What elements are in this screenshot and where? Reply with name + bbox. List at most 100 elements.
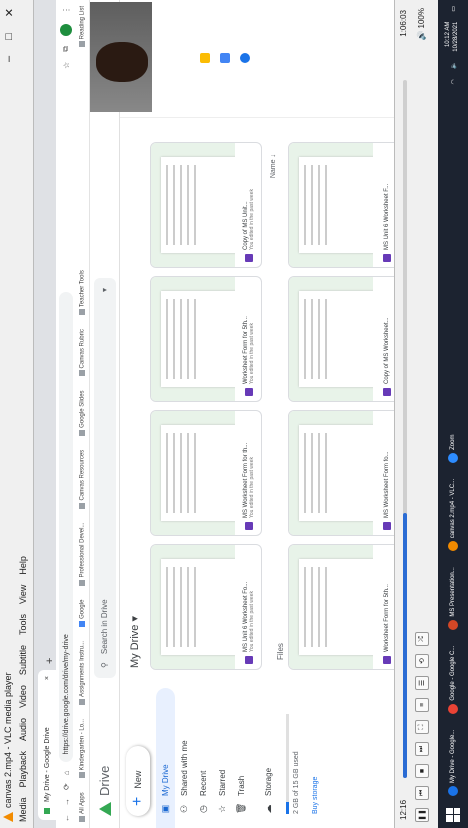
bookmark-item[interactable]: Assignments Instru... [79,641,86,705]
menu-media[interactable]: Media [18,797,28,822]
file-name: MS Unit 6 Worksheet F... [384,183,390,250]
file-card[interactable]: MS Unit 6 Worksheet Fo... You edited in t… [150,544,262,670]
stop-icon[interactable]: ■ [415,764,429,778]
chrome-menu-icon[interactable]: ⋮ [62,6,71,14]
nav-storage[interactable]: ☁ Storage [259,678,278,828]
home-icon[interactable]: ⌂ [62,770,71,775]
extensions-icon[interactable]: ⧉ [61,46,71,52]
taskbar-item[interactable]: canvas 2.mp4 - VLC... [440,475,466,555]
address-bar[interactable]: https://drive.google.com/drive/my-drive [59,292,73,763]
nav-my-drive[interactable]: ▣ My Drive [156,688,175,828]
loop-icon[interactable]: ⟲ [415,654,429,668]
close-icon[interactable]: ✕ [3,8,16,17]
file-sub: You edited in the past week [249,189,255,250]
taskbar-item[interactable]: My Drive - Google... [440,726,466,800]
new-button[interactable]: + New [126,746,150,816]
playlist-icon[interactable]: ☰ [415,676,429,690]
nav-recent[interactable]: ◷ Recent [194,678,213,828]
file-caption: Worksheet Form for 5th... [373,545,394,669]
doc-line [166,299,168,379]
suggested-grid: MS Unit 6 Worksheet Fo... You edited in t… [150,142,394,670]
menu-video[interactable]: Video [18,685,28,708]
profile-avatar[interactable] [60,24,72,36]
file-card[interactable]: Copy of MS Worksheet... [288,276,394,402]
menu-tools[interactable]: Tools [18,614,28,635]
bookmark-item[interactable]: Google [79,600,86,627]
bookmark-item[interactable]: Reading List [79,6,86,48]
forward-icon[interactable]: → [62,798,71,806]
search-input[interactable]: ⚲ Search in Drive ▾ [93,278,116,678]
fullscreen-icon[interactable]: ⛶ [415,720,429,734]
file-card[interactable]: Worksheet Form for 5th... You edited in t… [150,276,262,402]
file-card[interactable]: Copy of MS Unit... You edited in the past… [150,142,262,268]
taskbar-item[interactable]: Zoom [440,431,466,467]
keep-icon[interactable] [200,53,210,64]
star-bookmark-icon[interactable]: ☆ [62,62,71,69]
nav-trash[interactable]: 🗑 Trash [232,678,251,828]
doc-line [304,433,306,513]
nav-starred[interactable]: ☆ Starred [213,678,232,828]
file-name: Copy of MS Worksheet... [384,317,390,384]
taskbar-item[interactable]: Google - Google C... [440,642,466,718]
drive-logo[interactable]: Drive [97,678,112,828]
bookmark-label: All Apps [79,792,86,814]
pause-icon[interactable]: ❚❚ [415,808,429,822]
shuffle-icon[interactable]: ⤮ [415,632,429,646]
bookmark-item[interactable]: Canvas Rubric [79,329,86,377]
back-icon[interactable]: ← [62,814,71,822]
menu-help[interactable]: Help [18,556,28,575]
calendar-icon[interactable] [240,53,250,64]
bookmark-item[interactable]: All Apps [79,792,86,822]
new-tab-icon[interactable]: + [44,658,56,664]
file-name: Worksheet Form for 5th... [384,584,390,652]
next-icon[interactable]: ⏭ [415,742,429,756]
file-card[interactable]: MS Unit 6 Worksheet F... [288,142,394,268]
taskbar-item[interactable]: MS Presentation... [440,563,466,633]
time-total: 1:06:03 [399,10,408,37]
file-card[interactable]: MS Worksheet Form fo... [288,410,394,536]
tab-close-icon[interactable]: × [44,676,51,680]
reload-icon[interactable]: ⟳ [62,783,71,790]
windows-start-icon[interactable] [446,808,460,822]
menu-playback[interactable]: Playback [18,751,28,788]
search-options-icon[interactable]: ▾ [100,288,109,292]
bookmark-item[interactable]: Professional Devel... [79,523,86,586]
extended-settings-icon[interactable]: ≡ [415,698,429,712]
forms-icon [383,656,391,664]
breadcrumb[interactable]: My Drive ▾ [120,118,149,678]
wifi-icon[interactable]: ◠ [450,79,457,84]
bookmark-icon [79,370,86,377]
doc-line [173,567,175,647]
forms-icon [245,522,253,530]
buy-storage-button[interactable]: Buy storage [304,678,327,828]
file-caption: Worksheet Form for 5th... You edited in t… [235,277,262,401]
bookmark-label: Assignments Instru... [79,640,86,697]
tasks-icon[interactable] [220,53,230,64]
file-card[interactable]: MS Worksheet Form for th... You edited in… [150,410,262,536]
tab-my-drive[interactable]: My Drive - Google Drive × [38,670,56,820]
menu-audio[interactable]: Audio [18,718,28,741]
sort-button[interactable]: Name ↓ [270,142,277,178]
bookmark-item[interactable]: Kindergarten - Lo... [79,719,86,779]
webcam-overlay [90,2,152,112]
bookmark-item[interactable]: Google Slides [79,390,86,436]
volume-control[interactable]: 🔊 100% [417,8,426,41]
maximize-icon[interactable]: □ [3,33,16,40]
file-card[interactable]: Worksheet Form for 5th... [288,544,394,670]
bookmark-label: Professional Devel... [79,522,86,578]
speaker-icon[interactable]: 🔈 [450,62,457,69]
nav-label: Recent [199,770,208,796]
presenter-face [96,42,148,82]
bookmark-item[interactable]: Teacher Tools [79,270,86,316]
previous-icon[interactable]: ⏮ [415,786,429,800]
plus-icon: + [129,796,146,806]
menu-subtitle[interactable]: Subtitle [18,645,28,675]
menu-view[interactable]: View [18,585,28,604]
clock[interactable]: 10:12 AM 10/28/2021 [445,22,461,52]
seek-bar[interactable] [403,80,407,778]
bookmark-item[interactable]: Canvas Resources [79,450,86,509]
nav-shared-with-me[interactable]: ⚇ Shared with me [175,678,194,828]
playback-buttons: ❚❚ ⏮ ■ ⏭ ⛶ ≡ ☰ ⟲ ⤮ [415,632,429,822]
minimize-icon[interactable]: – [3,56,16,62]
notifications-icon[interactable]: ▭ [450,6,457,12]
